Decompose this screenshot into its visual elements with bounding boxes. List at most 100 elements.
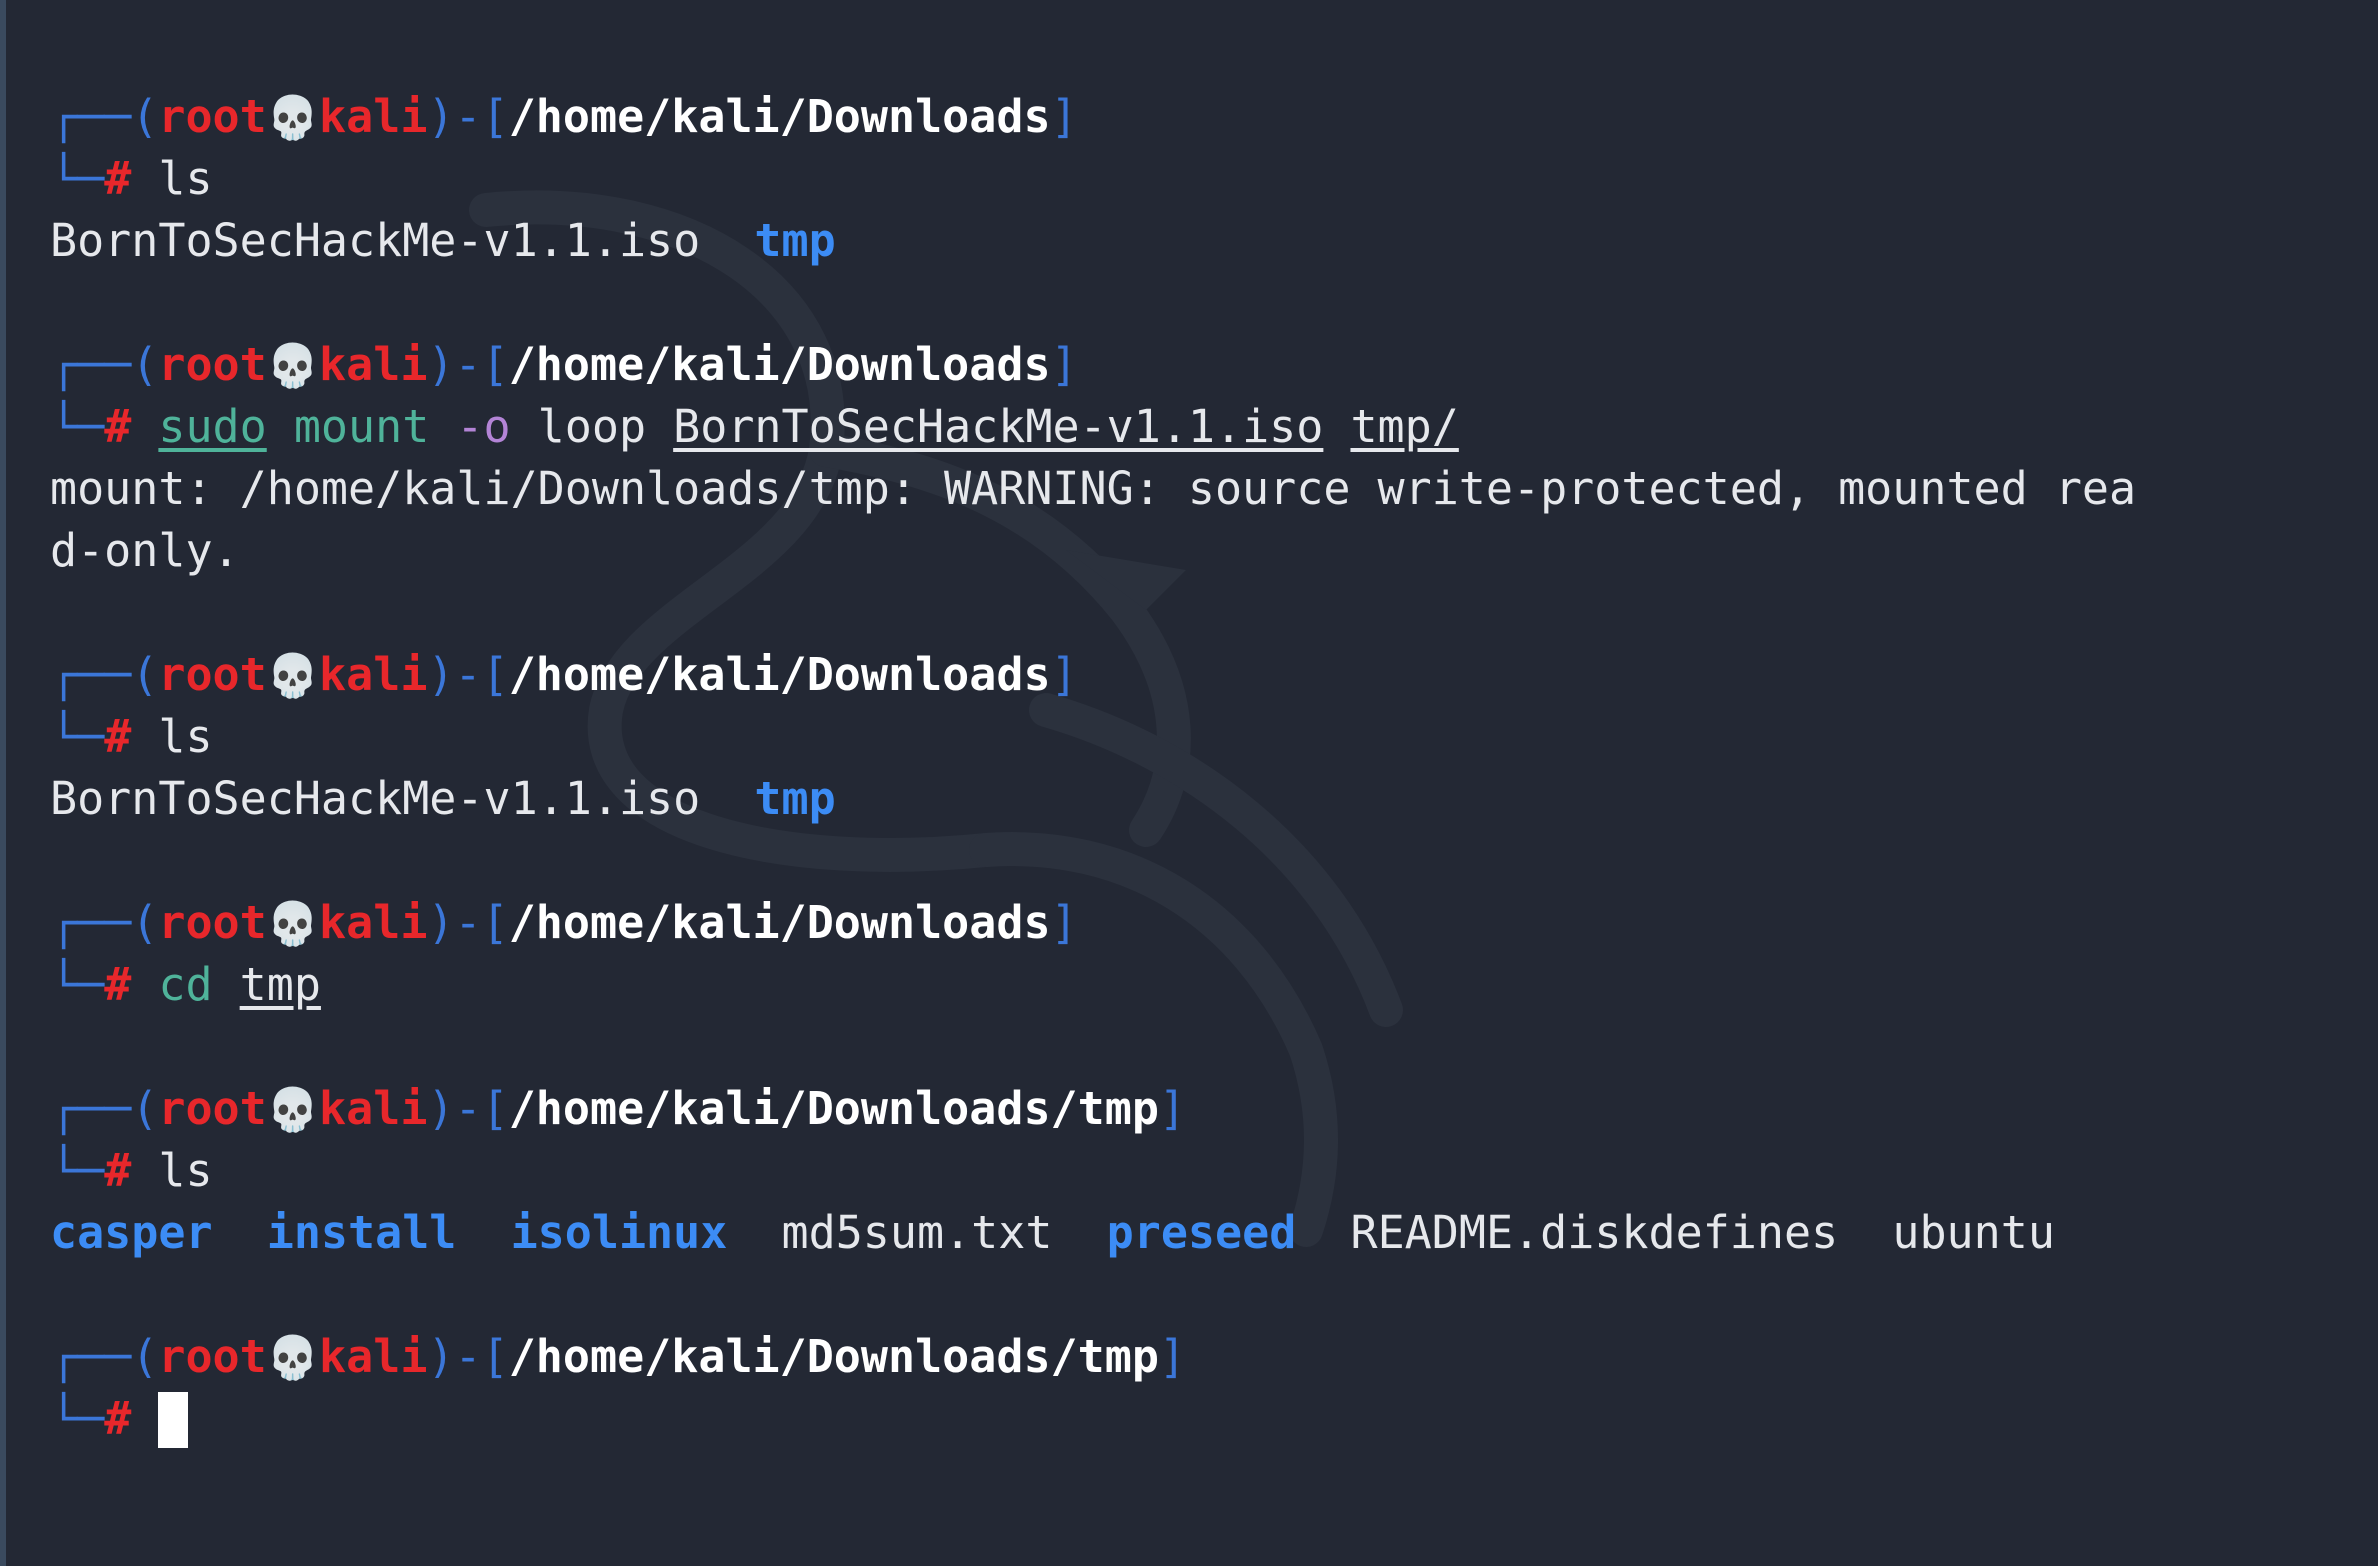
file-entry: BornToSecHackMe-v1.1.iso [50, 214, 701, 267]
prompt-host: kali [319, 896, 428, 949]
skull-icon: 💀 [266, 93, 320, 142]
text-cursor[interactable] [158, 1392, 189, 1448]
command-line: └─# [50, 1388, 2378, 1450]
prompt-box-close: ] [1050, 90, 1078, 143]
command-token: ls [158, 1144, 213, 1197]
prompt-user: root [158, 1330, 267, 1383]
directory-entry: isolinux [510, 1206, 728, 1259]
command-token: -o [456, 400, 511, 453]
prompt-header-line: ┌──(root💀kali)-[/home/kali/Downloads/tmp… [50, 1078, 2378, 1140]
output-line: d-only. [50, 520, 2378, 582]
prompt-header-line: ┌──(root💀kali)-[/home/kali/Downloads] [50, 86, 2378, 148]
command-token: sudo [158, 400, 267, 453]
prompt-box-mid: )-[ [427, 1082, 509, 1135]
command-line: └─# sudo mount -o loop BornToSecHackMe-v… [50, 396, 2378, 458]
prompt-path: /home/kali/Downloads [508, 896, 1051, 949]
prompt-header-line: ┌──(root💀kali)-[/home/kali/Downloads] [50, 644, 2378, 706]
command-token: ls [158, 152, 213, 205]
command-token [213, 958, 240, 1011]
terminal-window[interactable]: ┌──(root💀kali)-[/home/kali/Downloads] └─#… [0, 0, 2378, 1566]
command-token [429, 400, 456, 453]
command-token: mount [293, 400, 430, 453]
prompt-path: /home/kali/Downloads [508, 338, 1051, 391]
file-entry: md5sum.txt [781, 1206, 1053, 1259]
prompt-host: kali [319, 90, 428, 143]
command-token: loop [510, 400, 674, 453]
directory-entry: tmp [754, 772, 836, 825]
command-line: └─# ls [50, 706, 2378, 768]
directory-entry: tmp [754, 214, 836, 267]
output-line: casper install isolinux md5sum.txt prese… [50, 1202, 2378, 1264]
prompt-box-close: ] [1158, 1082, 1187, 1135]
output-text: d-only. [50, 524, 240, 577]
prompt-box-open: ┌──( [50, 896, 159, 949]
command-token [1323, 400, 1350, 453]
output-text: mount: /home/kali/Downloads/tmp: WARNING… [50, 462, 2137, 515]
command-token: cd [158, 958, 213, 1011]
skull-icon: 💀 [266, 1085, 320, 1134]
prompt-hash: # [104, 1392, 132, 1445]
prompt-box-open: ┌──( [50, 1330, 159, 1383]
prompt-box-mid: )-[ [427, 338, 509, 391]
prompt-path: /home/kali/Downloads/tmp [508, 1330, 1159, 1383]
prompt-host: kali [319, 1082, 428, 1135]
prompt-user: root [158, 90, 267, 143]
prompt-box-open: ┌──( [50, 1082, 159, 1135]
prompt-box-open: ┌──( [50, 90, 159, 143]
prompt-path: /home/kali/Downloads [508, 648, 1051, 701]
prompt-header-line: ┌──(root💀kali)-[/home/kali/Downloads] [50, 334, 2378, 396]
prompt-user: root [158, 896, 267, 949]
command-line: └─# ls [50, 148, 2378, 210]
prompt-host: kali [319, 1330, 428, 1383]
prompt-box-mid: )-[ [427, 648, 509, 701]
command-token: BornToSecHackMe-v1.1.iso [673, 400, 1324, 453]
skull-icon: 💀 [266, 651, 320, 700]
prompt-header-line: ┌──(root💀kali)-[/home/kali/Downloads] [50, 892, 2378, 954]
command-token: ls [158, 710, 213, 763]
prompt-box-mid: )-[ [427, 896, 509, 949]
prompt-corner: └─ [50, 1144, 105, 1197]
prompt-user: root [158, 648, 267, 701]
prompt-host: kali [319, 338, 428, 391]
command-token: tmp [239, 958, 321, 1011]
prompt-corner: └─ [50, 958, 105, 1011]
command-line: └─# ls [50, 1140, 2378, 1202]
prompt-path: /home/kali/Downloads/tmp [508, 1082, 1159, 1135]
prompt-user: root [158, 1082, 267, 1135]
prompt-corner: └─ [50, 1392, 105, 1445]
command-token [267, 400, 294, 453]
output-line: BornToSecHackMe-v1.1.iso tmp [50, 768, 2378, 830]
prompt-hash: # [104, 958, 132, 1011]
file-entry: ubuntu [1892, 1206, 2055, 1259]
directory-entry: preseed [1106, 1206, 1297, 1259]
prompt-corner: └─ [50, 400, 105, 453]
prompt-corner: └─ [50, 710, 105, 763]
prompt-box-close: ] [1050, 338, 1078, 391]
prompt-box-close: ] [1050, 648, 1078, 701]
prompt-box-open: ┌──( [50, 338, 159, 391]
prompt-path: /home/kali/Downloads [508, 90, 1051, 143]
skull-icon: 💀 [266, 341, 320, 390]
command-line: └─# cd tmp [50, 954, 2378, 1016]
prompt-hash: # [104, 1144, 132, 1197]
prompt-header-line: ┌──(root💀kali)-[/home/kali/Downloads/tmp… [50, 1326, 2378, 1388]
prompt-hash: # [104, 400, 132, 453]
file-entry: BornToSecHackMe-v1.1.iso [50, 772, 701, 825]
prompt-box-open: ┌──( [50, 648, 159, 701]
skull-icon: 💀 [266, 899, 320, 948]
command-token: tmp/ [1350, 400, 1459, 453]
